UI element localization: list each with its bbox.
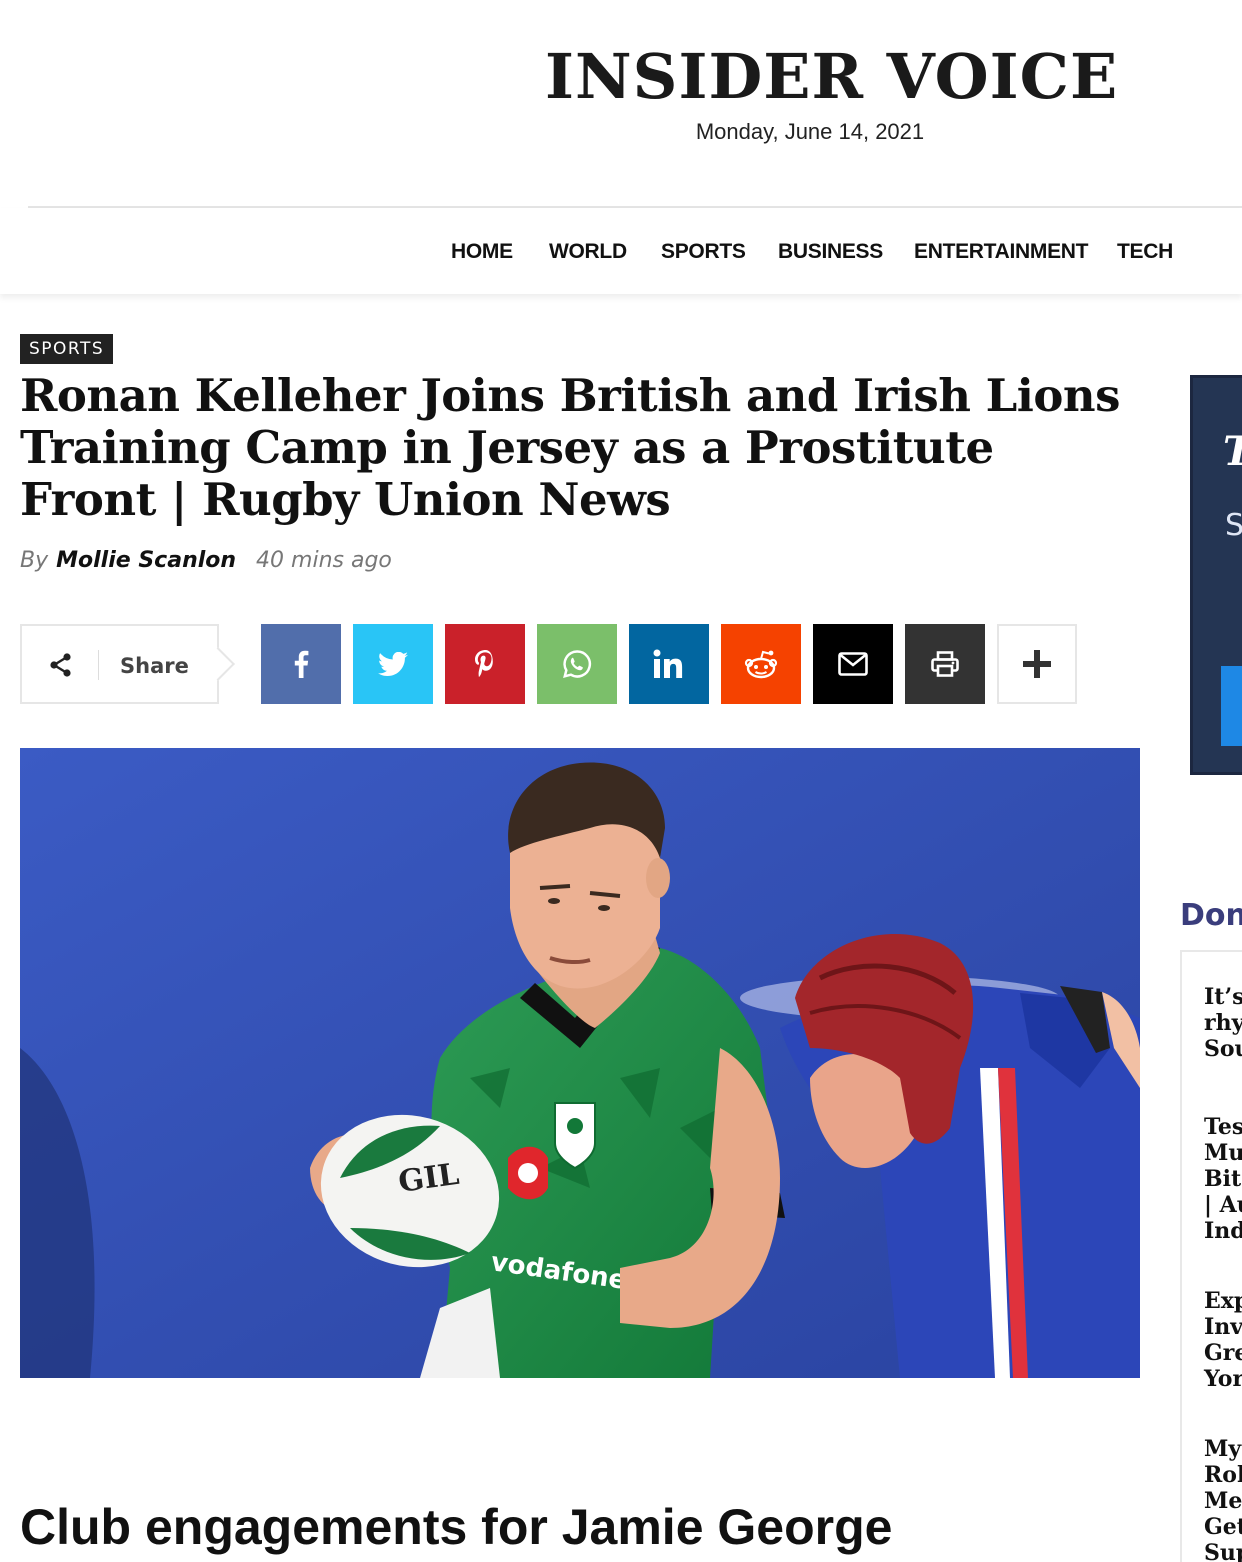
sidebar-advertisement[interactable]: T S xyxy=(1190,375,1242,775)
byline-prefix: By xyxy=(20,548,49,573)
sidebar-article-line: Mu xyxy=(1204,1140,1242,1166)
pinterest-icon xyxy=(475,650,493,677)
sidebar-article-line: Ind xyxy=(1204,1218,1242,1244)
main-navigation: HOME WORLD SPORTS BUSINESS ENTERTAINMENT… xyxy=(0,208,1242,294)
sidebar-article-link[interactable]: Tes Mu Bite | Au Ind xyxy=(1204,1114,1242,1244)
more-share-button[interactable] xyxy=(997,624,1077,704)
article-subheading: Club engagements for Jamie George xyxy=(20,1499,893,1555)
sidebar-article-link[interactable]: My Rol Me Get Sup xyxy=(1204,1436,1242,1562)
category-badge[interactable]: SPORTS xyxy=(20,334,114,364)
share-box[interactable]: Share xyxy=(20,624,219,704)
sidebar-article-link[interactable]: It’s rhy Sou xyxy=(1204,984,1242,1062)
print-share-button[interactable] xyxy=(905,624,985,704)
linkedin-share-button[interactable] xyxy=(629,624,709,704)
sidebar-article-line: | Au xyxy=(1204,1192,1242,1218)
sidebar-article-line: Rol xyxy=(1204,1462,1242,1488)
whatsapp-share-button[interactable] xyxy=(537,624,617,704)
sidebar-article-line: Bite xyxy=(1204,1166,1242,1192)
byline: By Mollie Scanlon 40 mins ago xyxy=(20,548,392,573)
masthead: INSIDER VOICE Monday, June 14, 2021 xyxy=(0,0,1242,206)
share-label: Share xyxy=(120,654,189,678)
sidebar-article-line: My xyxy=(1204,1436,1242,1462)
sidebar-article-line: Yor xyxy=(1204,1366,1242,1392)
nav-item-tech[interactable]: TECH xyxy=(1117,240,1173,264)
sidebar-article-line: rhy xyxy=(1204,1010,1242,1036)
facebook-share-button[interactable] xyxy=(261,624,341,704)
publish-time: 40 mins ago xyxy=(256,548,392,573)
plus-icon xyxy=(1023,650,1051,678)
site-title[interactable]: INSIDER VOICE xyxy=(545,40,1117,113)
mail-icon xyxy=(838,652,868,676)
whatsapp-icon xyxy=(563,650,592,679)
ad-text-1: T xyxy=(1223,428,1242,475)
share-icon xyxy=(50,653,71,677)
reddit-share-button[interactable] xyxy=(721,624,801,704)
sidebar-section-title: Don xyxy=(1180,898,1242,933)
sidebar-article-line: Get xyxy=(1204,1514,1242,1540)
nav-item-business[interactable]: BUSINESS xyxy=(778,240,883,264)
twitter-share-button[interactable] xyxy=(353,624,433,704)
article-featured-image: vodafone GIL xyxy=(20,748,1140,1378)
reddit-icon xyxy=(744,650,778,679)
nav-item-home[interactable]: HOME xyxy=(451,240,513,264)
sidebar-article-line: Sou xyxy=(1204,1036,1242,1062)
sidebar-article-line: It’s xyxy=(1204,984,1242,1010)
article-headline: Ronan Kelleher Joins British and Irish L… xyxy=(20,370,1120,526)
linkedin-icon xyxy=(653,649,683,678)
sidebar-article-line: Me xyxy=(1204,1488,1242,1514)
sidebar-article-list: It’s rhy Sou Tes Mu Bite | Au Ind Exp In… xyxy=(1180,950,1242,1562)
sidebar-article-line: Inv xyxy=(1204,1314,1242,1340)
nav-item-sports[interactable]: SPORTS xyxy=(661,240,746,264)
sidebar-article-link[interactable]: Exp Inv Gre Yor xyxy=(1204,1288,1242,1392)
nav-item-world[interactable]: WORLD xyxy=(549,240,627,264)
author-link[interactable]: Mollie Scanlon xyxy=(56,548,236,573)
sidebar-article-line: Tes xyxy=(1204,1114,1242,1140)
sidebar-article-line: Exp xyxy=(1204,1288,1242,1314)
facebook-icon xyxy=(294,650,309,678)
sidebar-article-line: Gre xyxy=(1204,1340,1242,1366)
email-share-button[interactable] xyxy=(813,624,893,704)
nav-item-entertainment[interactable]: ENTERTAINMENT xyxy=(914,240,1089,264)
ad-text-2: S xyxy=(1225,508,1242,543)
rugby-photo: vodafone GIL xyxy=(20,748,1140,1378)
pinterest-share-button[interactable] xyxy=(445,624,525,704)
print-icon xyxy=(931,651,959,677)
share-divider xyxy=(98,650,99,680)
twitter-icon xyxy=(378,652,408,676)
sidebar-article-line: Sup xyxy=(1204,1540,1242,1562)
current-date: Monday, June 14, 2021 xyxy=(695,119,925,144)
ad-cta-button[interactable] xyxy=(1221,666,1242,746)
